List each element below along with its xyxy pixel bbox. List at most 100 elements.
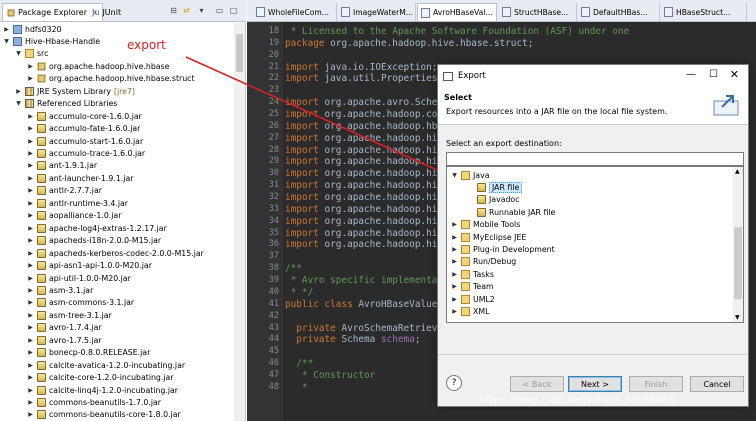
destination-filter-input[interactable] (446, 152, 744, 166)
collapse-arrow-icon[interactable]: ▶ (27, 411, 34, 418)
help-icon[interactable]: ? (446, 375, 462, 391)
tree-item[interactable]: ▼ src (15, 48, 48, 60)
expand-arrow-icon[interactable]: ▼ (3, 38, 10, 45)
minimize-icon[interactable]: — (686, 69, 696, 80)
collapse-all-icon[interactable]: ⊟ (168, 5, 179, 16)
collapse-arrow-icon[interactable]: ▶ (451, 246, 458, 253)
collapse-arrow-icon[interactable]: ▶ (15, 88, 22, 95)
export-destination-tree[interactable]: ▲ ▼ ▼ Java JAR file Javadoc Runnable JAR fil… (446, 166, 744, 323)
destination-scrollbar[interactable]: ▲ ▼ (733, 167, 743, 322)
destination-item[interactable]: ▶ Run/Debug (451, 256, 516, 268)
destination-item[interactable]: JAR file (467, 181, 523, 193)
tree-item[interactable]: ▶ ant-launcher-1.9.1.jar (27, 172, 133, 184)
collapse-arrow-icon[interactable]: ▶ (27, 75, 34, 82)
tree-item[interactable]: ▶ avro-1.7.4.jar (27, 322, 102, 334)
minimize-icon[interactable]: ▭ (214, 5, 225, 16)
tree-item[interactable]: ▶ accumulo-trace-1.6.0.jar (27, 148, 145, 160)
collapse-arrow-icon[interactable]: ▶ (27, 175, 34, 182)
destination-item[interactable]: Javadoc (467, 194, 519, 206)
destination-item[interactable]: ▶ Tasks (451, 268, 494, 280)
editor-tab[interactable]: ImageWaterM... (338, 3, 416, 21)
collapse-arrow-icon[interactable]: ▶ (451, 308, 458, 315)
tree-item[interactable]: ▶ asm-commons-3.1.jar (27, 297, 134, 309)
collapse-arrow-icon[interactable]: ▶ (27, 200, 34, 207)
editor-tab[interactable]: StructHBase... (499, 3, 577, 21)
collapse-arrow-icon[interactable]: ▶ (27, 324, 34, 331)
tree-item[interactable]: ▼ Referenced Libraries (15, 98, 117, 110)
expand-arrow-icon[interactable]: ▼ (15, 100, 22, 107)
destination-item[interactable]: ▶ UML2 (451, 293, 495, 305)
collapse-arrow-icon[interactable]: ▶ (27, 312, 34, 319)
collapse-arrow-icon[interactable]: ▶ (27, 387, 34, 394)
link-with-editor-icon[interactable]: ⇄ (181, 5, 192, 16)
collapse-arrow-icon[interactable]: ▶ (27, 250, 34, 257)
view-menu-icon[interactable]: ▾ (196, 5, 207, 16)
collapse-arrow-icon[interactable]: ▶ (27, 125, 34, 132)
collapse-arrow-icon[interactable]: ▶ (451, 271, 458, 278)
collapse-arrow-icon[interactable]: ▶ (27, 299, 34, 306)
tree-item[interactable]: ▶ accumulo-core-1.6.0.jar (27, 110, 142, 122)
tree-item[interactable]: ▶ accumulo-start-1.6.0.jar (27, 135, 143, 147)
maximize-icon[interactable]: ☐ (709, 69, 718, 80)
tree-item[interactable]: ▶ apache-log4j-extras-1.2.17.jar (27, 222, 167, 234)
collapse-arrow-icon[interactable]: ▶ (451, 221, 458, 228)
collapse-arrow-icon[interactable]: ▶ (27, 362, 34, 369)
collapse-arrow-icon[interactable]: ▶ (451, 234, 458, 241)
collapse-arrow-icon[interactable]: ▶ (27, 262, 34, 269)
tree-item[interactable]: ▶ asm-3.1.jar (27, 284, 93, 296)
maximize-icon[interactable]: □ (228, 5, 239, 16)
tree-item[interactable]: ▶ bonecp-0.8.0.RELEASE.jar (27, 347, 150, 359)
collapse-arrow-icon[interactable]: ▶ (451, 296, 458, 303)
cancel-button[interactable]: Cancel (690, 376, 744, 392)
tree-item[interactable]: ▶ antlr-2.7.7.jar (27, 185, 102, 197)
expand-arrow-icon[interactable]: ▼ (451, 172, 458, 179)
editor-tab[interactable]: WholeFileCom... (253, 3, 337, 21)
editor-tab[interactable]: HBaseStruct... (661, 3, 747, 21)
collapse-arrow-icon[interactable]: ▶ (27, 275, 34, 282)
tree-item[interactable]: ▶ calcite-linq4j-1.2.0-incubating.jar (27, 384, 178, 396)
tab-junit[interactable]: Ju JUnit (88, 3, 125, 21)
editor-tab[interactable]: DefaultHBas... (578, 3, 660, 21)
destination-scrollbar-thumb[interactable] (734, 227, 742, 299)
expand-arrow-icon[interactable]: ▼ (15, 50, 22, 57)
tree-scrollbar[interactable] (234, 23, 245, 421)
tree-item[interactable]: ▶ aopalliance-1.0.jar (27, 210, 121, 222)
close-icon[interactable]: ✕ (730, 68, 739, 81)
collapse-arrow-icon[interactable]: ▶ (27, 63, 34, 70)
scroll-up-icon[interactable]: ▲ (735, 168, 740, 175)
next-button[interactable]: Next > (568, 376, 622, 392)
collapse-arrow-icon[interactable]: ▶ (27, 138, 34, 145)
collapse-arrow-icon[interactable]: ▶ (3, 26, 10, 33)
tree-item[interactable]: ▶ api-asn1-api-1.0.0-M20.jar (27, 260, 152, 272)
collapse-arrow-icon[interactable]: ▶ (27, 187, 34, 194)
tree-item[interactable]: ▶ asm-tree-3.1.jar (27, 309, 112, 321)
destination-item[interactable]: ▶ Plug-in Development (451, 243, 555, 255)
tree-item[interactable]: ▶ commons-beanutils-core-1.8.0.jar (27, 409, 181, 421)
tree-item[interactable]: ▶ api-util-1.0.0-M20.jar (27, 272, 131, 284)
collapse-arrow-icon[interactable]: ▶ (27, 225, 34, 232)
scroll-down-icon[interactable]: ▼ (735, 314, 740, 321)
tree-scrollbar-thumb[interactable] (236, 34, 243, 72)
tree-item[interactable]: ▶ JRE System Library [jre7] (15, 85, 135, 97)
collapse-arrow-icon[interactable]: ▶ (27, 150, 34, 157)
tree-item[interactable]: ▶ avro-1.7.5.jar (27, 334, 102, 346)
collapse-arrow-icon[interactable]: ▶ (27, 374, 34, 381)
collapse-arrow-icon[interactable]: ▶ (451, 258, 458, 265)
destination-item[interactable]: ▶ MyEclipse JEE (451, 231, 526, 243)
tree-item[interactable]: ▶ apacheds-i18n-2.0.0-M15.jar (27, 235, 161, 247)
collapse-arrow-icon[interactable]: ▶ (27, 349, 34, 356)
collapse-arrow-icon[interactable]: ▶ (27, 399, 34, 406)
tree-item[interactable]: ▶ apacheds-kerberos-codec-2.0.0-M15.jar (27, 247, 204, 259)
tree-item[interactable]: ▶ calcite-core-1.2.0-incubating.jar (27, 372, 174, 384)
collapse-arrow-icon[interactable]: ▶ (27, 237, 34, 244)
finish-button[interactable]: Finish (629, 376, 683, 392)
tree-item[interactable]: ▼ Hive-Hbase-Handle (3, 35, 100, 47)
collapse-arrow-icon[interactable]: ▶ (27, 212, 34, 219)
destination-item[interactable]: ▶ Mobile Tools (451, 219, 520, 231)
destination-item[interactable]: ▼ Java (451, 169, 489, 181)
destination-item[interactable]: Runnable JAR file (467, 206, 555, 218)
tree-item[interactable]: ▶ ant-1.9.1.jar (27, 160, 97, 172)
collapse-arrow-icon[interactable]: ▶ (27, 337, 34, 344)
tree-item[interactable]: ▶ antlr-runtime-3.4.jar (27, 197, 128, 209)
collapse-arrow-icon[interactable]: ▶ (451, 283, 458, 290)
